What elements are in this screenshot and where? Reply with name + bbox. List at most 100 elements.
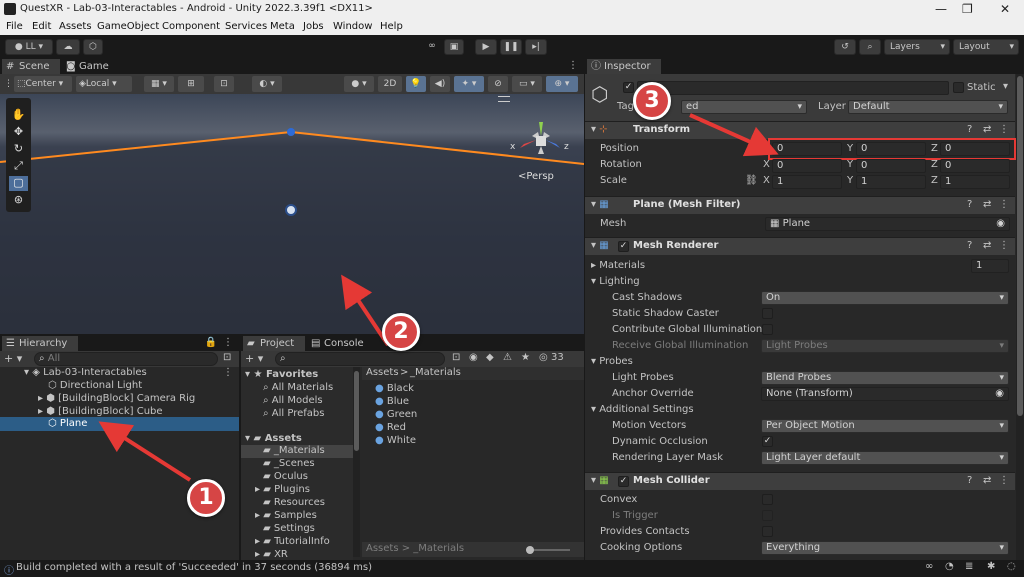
audio-icon[interactable]: ◀) bbox=[430, 76, 450, 92]
breadcrumb-current[interactable]: _Materials bbox=[410, 367, 461, 378]
close-button[interactable]: ✕ bbox=[1000, 2, 1010, 16]
project-search-input[interactable]: ⌕ bbox=[275, 352, 445, 366]
gizmos-icon[interactable]: ⊕ ▾ bbox=[546, 76, 578, 92]
pivot-dropdown[interactable]: ⬚Center ▾ bbox=[14, 76, 72, 92]
object-picker-icon[interactable]: ◉ bbox=[995, 388, 1004, 400]
folder-scenes[interactable]: ▰ _Scenes bbox=[263, 458, 315, 469]
maximize-button[interactable]: ❐ bbox=[962, 2, 973, 16]
tab-hierarchy[interactable]: ☰ Hierarchy bbox=[2, 336, 78, 351]
cooking-options-dropdown[interactable]: Everything bbox=[761, 541, 1009, 555]
favorites-row[interactable]: ▾ ★ Favorites bbox=[245, 369, 318, 380]
rect-tool-icon[interactable]: ▢ bbox=[9, 176, 28, 191]
tree-scrollbar[interactable] bbox=[353, 367, 360, 557]
cache-icon[interactable]: ≣ bbox=[965, 561, 973, 572]
account-button[interactable]: ● LL ▾ bbox=[5, 39, 53, 55]
folder-settings[interactable]: ▰ Settings bbox=[263, 523, 315, 534]
folder-xr[interactable]: ▸ ▰ XR bbox=[255, 549, 288, 560]
label-icon[interactable]: ◆ bbox=[486, 352, 494, 363]
minimize-button[interactable]: — bbox=[935, 2, 947, 16]
breadcrumb-root[interactable]: Assets bbox=[366, 367, 399, 378]
motion-vectors-dropdown[interactable]: Per Object Motion bbox=[761, 419, 1009, 433]
inspector-scrollbar[interactable] bbox=[1016, 74, 1024, 560]
debug-icon[interactable]: ✱ bbox=[987, 561, 995, 572]
help-icon[interactable]: ? bbox=[967, 240, 972, 251]
material-white[interactable]: ● White bbox=[375, 435, 416, 446]
assets-row[interactable]: ▾ ▰ Assets bbox=[245, 433, 302, 444]
folder-resources[interactable]: ▰ Resources bbox=[263, 497, 325, 508]
menu-services[interactable]: Services bbox=[225, 21, 267, 32]
menu-gameobject[interactable]: GameObject bbox=[97, 21, 159, 32]
fav-all-materials[interactable]: ⌕ All Materials bbox=[263, 382, 333, 393]
fav-all-models[interactable]: ⌕ All Models bbox=[263, 395, 323, 406]
effects-icon[interactable]: ✦ ▾ bbox=[454, 76, 484, 92]
layers-dropdown[interactable]: Layers ▾ bbox=[884, 39, 950, 55]
contribute-gi-checkbox[interactable] bbox=[762, 324, 773, 335]
scene-viewport[interactable]: ✋ ✥ ↻ ⤢ ▢ ⊛ x z <Persp bbox=[0, 94, 584, 334]
additional-settings-foldout[interactable]: ▾ Additional Settings bbox=[591, 404, 694, 415]
lock-icon[interactable]: 🔒 bbox=[205, 337, 217, 348]
transform-header[interactable]: ▾ ⊹ Transform ? ⇄ ⋮ bbox=[585, 121, 1015, 139]
component-menu-icon[interactable]: ⋮ bbox=[999, 475, 1009, 486]
tab-console[interactable]: ▤ Console bbox=[307, 336, 371, 351]
menu-window[interactable]: Window bbox=[333, 21, 372, 32]
zoom-slider[interactable] bbox=[526, 546, 570, 554]
material-green[interactable]: ● Green bbox=[375, 409, 417, 420]
tag-dropdown[interactable]: ed bbox=[681, 100, 807, 114]
layout-dropdown[interactable]: Layout ▾ bbox=[953, 39, 1019, 55]
grid-snap-icon[interactable]: ▦ ▾ bbox=[144, 76, 174, 92]
probes-foldout[interactable]: ▾ Probes bbox=[591, 356, 633, 367]
scene-menu-icon[interactable]: ⋮ bbox=[223, 367, 233, 378]
meta-icon[interactable]: ∞ bbox=[423, 39, 441, 55]
component-menu-icon[interactable]: ⋮ bbox=[999, 240, 1009, 251]
mesh-renderer-header[interactable]: ▾ ▦ ✓ Mesh Renderer ? ⇄ ⋮ bbox=[585, 237, 1015, 255]
mesh-filter-header[interactable]: ▾ ▦ Plane (Mesh Filter) ? ⇄ ⋮ bbox=[585, 196, 1015, 214]
search-icon[interactable]: ⌕ bbox=[859, 39, 881, 55]
collab-icon[interactable]: ⬡ bbox=[83, 39, 103, 55]
material-black[interactable]: ● Black bbox=[375, 383, 414, 394]
persp-label[interactable]: <Persp bbox=[518, 171, 554, 182]
active-checkbox[interactable]: ✓ bbox=[623, 82, 634, 93]
mesh-collider-enabled-checkbox[interactable]: ✓ bbox=[618, 476, 629, 487]
material-red[interactable]: ● Red bbox=[375, 422, 406, 433]
tab-inspector[interactable]: ⓘ Inspector bbox=[587, 59, 661, 74]
lighting-icon[interactable]: 💡 bbox=[406, 76, 426, 92]
mesh-collider-header[interactable]: ▾ ▦ ✓ Mesh Collider ? ⇄ ⋮ bbox=[585, 472, 1015, 490]
filter-icon[interactable]: ◉ bbox=[469, 352, 478, 363]
gizmo-tool-icon[interactable]: ◐ ▾ bbox=[252, 76, 282, 92]
dynamic-occlusion-checkbox[interactable]: ✓ bbox=[762, 436, 773, 447]
rotate-tool-icon[interactable]: ↻ bbox=[9, 142, 28, 157]
orientation-gizmo[interactable]: x z bbox=[510, 114, 572, 164]
lighting-foldout[interactable]: ▾ Lighting bbox=[591, 276, 640, 287]
rotation-y-field[interactable]: 0 bbox=[856, 159, 926, 173]
rotation-x-field[interactable]: 0 bbox=[772, 159, 842, 173]
folder-tutorialinfo[interactable]: ▸ ▰ TutorialInfo bbox=[255, 536, 330, 547]
pause-icon[interactable]: ❚❚ bbox=[500, 39, 522, 55]
rendering-layer-mask-dropdown[interactable]: Light Layer default bbox=[761, 451, 1009, 465]
increment-snap-icon[interactable]: ⊞ bbox=[178, 76, 204, 92]
toggle-2d-button[interactable]: 2D bbox=[378, 76, 402, 92]
add-icon[interactable]: + ▾ bbox=[4, 352, 22, 365]
panel-menu-icon[interactable]: ⋮ bbox=[568, 60, 578, 71]
light-probes-dropdown[interactable]: Blend Probes bbox=[761, 371, 1009, 385]
hierarchy-item-camera-rig[interactable]: ▸ ⬢ [BuildingBlock] Camera Rig bbox=[38, 393, 195, 404]
cast-shadows-dropdown[interactable]: On bbox=[761, 291, 1009, 305]
tab-scene[interactable]: # Scene bbox=[2, 59, 60, 74]
preset-icon[interactable]: ⇄ bbox=[983, 475, 991, 486]
status-message[interactable]: Build completed with a result of 'Succee… bbox=[16, 562, 372, 573]
menu-help[interactable]: Help bbox=[380, 21, 403, 32]
menu-meta[interactable]: Meta bbox=[270, 21, 295, 32]
menu-edit[interactable]: Edit bbox=[32, 21, 51, 32]
material-blue[interactable]: ● Blue bbox=[375, 396, 409, 407]
tab-project[interactable]: ▰ Project bbox=[243, 336, 305, 351]
space-dropdown[interactable]: ◈Local ▾ bbox=[76, 76, 132, 92]
scale-y-field[interactable]: 1 bbox=[856, 175, 926, 189]
preset-icon[interactable]: ⇄ bbox=[983, 240, 991, 251]
hand-tool-icon[interactable]: ✋ bbox=[9, 108, 28, 123]
scale-x-field[interactable]: 1 bbox=[772, 175, 842, 189]
star-icon[interactable]: ★ bbox=[521, 352, 530, 363]
history-icon[interactable]: ↺ bbox=[834, 39, 856, 55]
project-add-icon[interactable]: + ▾ bbox=[245, 352, 263, 365]
mesh-object-field[interactable]: ▦ Plane ◉ bbox=[765, 217, 1010, 231]
hierarchy-search-input[interactable]: ⌕ All bbox=[34, 352, 218, 366]
hierarchy-menu-icon[interactable]: ⋮ bbox=[223, 337, 233, 348]
